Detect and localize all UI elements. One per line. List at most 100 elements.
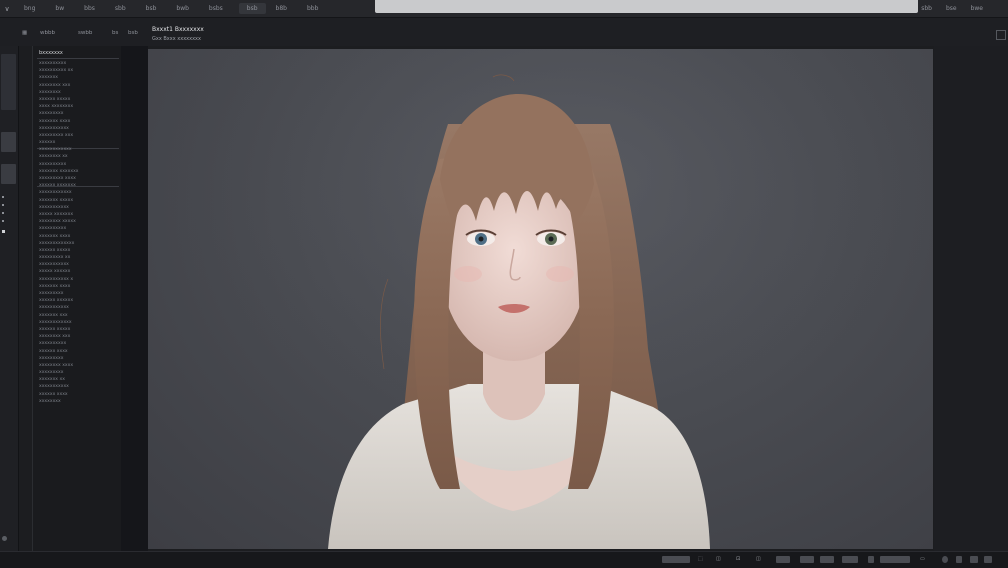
secondary-toolbar: ▦ wbbb swbb bs bsb Bxxxt1 Bxxxxxxx Gxx B… [0, 18, 1008, 46]
tool-button-1[interactable] [1, 132, 16, 152]
layer-row[interactable]: xxxxxxxxxx [39, 161, 119, 168]
layer-row[interactable]: xxxxxx xxxx [39, 348, 119, 355]
layer-row[interactable]: xxxxxxxxxxx x [39, 276, 119, 283]
layer-row[interactable]: xxxxxxxxxx [39, 225, 119, 232]
layer-row[interactable]: xxxxxxxxxxx [39, 125, 119, 132]
menu-item-9[interactable]: b8b [266, 5, 297, 12]
tool-circle-icon[interactable] [2, 536, 7, 541]
layer-row[interactable]: xxxxxxxxx [39, 110, 119, 117]
tool-strip [0, 46, 19, 551]
layer-row[interactable]: xxxxxxxxxx [39, 60, 119, 67]
menu-item-4[interactable]: sbb [105, 5, 136, 12]
tool-thumbnail-panel[interactable] [1, 54, 16, 110]
tool-dot-icon[interactable] [2, 220, 4, 222]
layer-row[interactable]: xxxxxx xxxxx [39, 247, 119, 254]
toolbar-item-3[interactable]: bs [112, 30, 118, 36]
status-icon-1[interactable]: ⬚ [698, 556, 703, 562]
toolbar-item-1[interactable]: wbbb [40, 30, 55, 36]
layer-row[interactable]: xxxxxxxxx [39, 355, 119, 362]
right-menu-item-2[interactable]: bse [939, 5, 964, 12]
layer-row[interactable]: xxxxxx xxxx [39, 391, 119, 398]
tool-dot-icon[interactable] [2, 196, 4, 198]
layer-row[interactable]: xxxxxxxxxxx [39, 204, 119, 211]
menu-item-10[interactable]: bbb [297, 5, 328, 12]
right-menu-item-3[interactable]: bwe [964, 5, 990, 12]
layer-row[interactable]: xxxxxxxxxxxxx [39, 240, 119, 247]
layer-row[interactable]: xxxxxxx [39, 74, 119, 81]
right-panel [934, 30, 1008, 551]
layer-row[interactable]: xxxxxxxxx xx [39, 254, 119, 261]
layer-row[interactable]: xxxxxxxxxxxx [39, 146, 119, 153]
status-button[interactable] [868, 556, 874, 563]
document-subtitle: Gxx Bxxx xxxxxxxx [152, 36, 201, 42]
menu-item-1[interactable]: bng [14, 5, 45, 12]
status-circle-icon[interactable] [942, 556, 948, 563]
right-menu-item-1[interactable]: sbb [914, 5, 939, 12]
menu-item-3[interactable]: bbs [74, 5, 105, 12]
status-button[interactable] [842, 556, 858, 563]
status-button[interactable] [984, 556, 992, 563]
layer-row[interactable]: xxxxxxxxxxx [39, 304, 119, 311]
layer-row[interactable]: xxxxxxx xx [39, 376, 119, 383]
layer-row[interactable]: xxxxxx xxxxxxx [39, 182, 119, 189]
layer-row[interactable]: xxxxxxxxxx [39, 340, 119, 347]
menu-item-5[interactable]: bsb [136, 5, 167, 12]
app-logo-icon[interactable]: ∨ [0, 5, 14, 13]
layer-row[interactable]: xxxxxxxxx xxx [39, 132, 119, 139]
status-button[interactable] [800, 556, 814, 563]
layer-row[interactable]: xxxxxxxx [39, 398, 119, 405]
layer-row[interactable]: xxxxxxxx xxxxx [39, 218, 119, 225]
panel-toggle-icon[interactable] [996, 30, 1006, 40]
layer-row[interactable]: xxxxxxxx xxx [39, 82, 119, 89]
toolbar-item-4[interactable]: bsb [128, 30, 138, 36]
layer-row[interactable]: xxxxxxx xxxx [39, 283, 119, 290]
layer-row[interactable]: xxxxxxxxx [39, 369, 119, 376]
layer-row[interactable]: xxxxxxx xxxx [39, 118, 119, 125]
layer-row[interactable]: xxxxxxxxx xxxx [39, 175, 119, 182]
menu-item-2[interactable]: bw [45, 5, 74, 12]
layer-row[interactable]: xxxxxx xxxxx [39, 96, 119, 103]
tool-button-2[interactable] [1, 164, 16, 184]
status-button[interactable] [820, 556, 834, 563]
layer-row[interactable]: xxxxxx xxxxx [39, 326, 119, 333]
menu-item-7[interactable]: bsbs [199, 5, 233, 12]
menu-item-8[interactable]: bsb [238, 3, 266, 14]
layer-row[interactable]: xxxx xxxxxxxx [39, 103, 119, 110]
layer-row[interactable]: xxxxxxx xxx [39, 312, 119, 319]
status-zoom-field[interactable] [662, 556, 690, 563]
layer-row[interactable]: xxxxxx [39, 139, 119, 146]
tool-dot-icon[interactable] [2, 212, 4, 214]
toolbar-item-2[interactable]: swbb [78, 30, 92, 36]
layer-row[interactable]: xxxxxxx xxxxx [39, 197, 119, 204]
layer-row[interactable]: xxxxxxxx xx [39, 153, 119, 160]
status-icon-5[interactable]: ▭ [920, 556, 925, 562]
toolbar-icon[interactable]: ▦ [22, 30, 27, 36]
panel-divider [37, 58, 119, 59]
status-icon-3[interactable]: ⊡ [736, 556, 740, 562]
layer-row[interactable]: xxxxxxxxxxxx [39, 319, 119, 326]
layer-row[interactable]: xxxxx xxxxxx [39, 268, 119, 275]
menu-item-6[interactable]: bwb [166, 5, 199, 12]
layer-row[interactable]: xxxxxxx xxxxxxx [39, 168, 119, 175]
status-button[interactable] [956, 556, 962, 563]
status-button[interactable] [776, 556, 790, 563]
layer-row[interactable]: xxxxx xxxxxxx [39, 211, 119, 218]
status-icon-4[interactable]: ◫ [756, 556, 761, 562]
right-menu: sbb bse bwe [914, 0, 990, 17]
layer-row[interactable]: xxxxxxxxxxx [39, 261, 119, 268]
layer-row[interactable]: xxxxxxxxx [39, 290, 119, 297]
status-icon-2[interactable]: ◫ [716, 556, 721, 562]
search-bar[interactable] [375, 0, 918, 13]
layer-row[interactable]: xxxxxxxxxxxx [39, 189, 119, 196]
image-canvas[interactable] [148, 49, 933, 549]
layer-row[interactable]: xxxxxxxx xxx [39, 333, 119, 340]
layer-row[interactable]: xxxxxxxxxx xx [39, 67, 119, 74]
layer-row[interactable]: xxxxxx xxxxxx [39, 297, 119, 304]
status-button[interactable] [970, 556, 978, 563]
layer-row[interactable]: xxxxxxx xxxx [39, 233, 119, 240]
tool-dot-icon[interactable] [2, 204, 4, 206]
layer-row[interactable]: xxxxxxxx [39, 89, 119, 96]
layer-row[interactable]: xxxxxxxx xxxx [39, 362, 119, 369]
layer-row[interactable]: xxxxxxxxxxx [39, 383, 119, 390]
tool-dot-icon[interactable] [2, 230, 5, 233]
